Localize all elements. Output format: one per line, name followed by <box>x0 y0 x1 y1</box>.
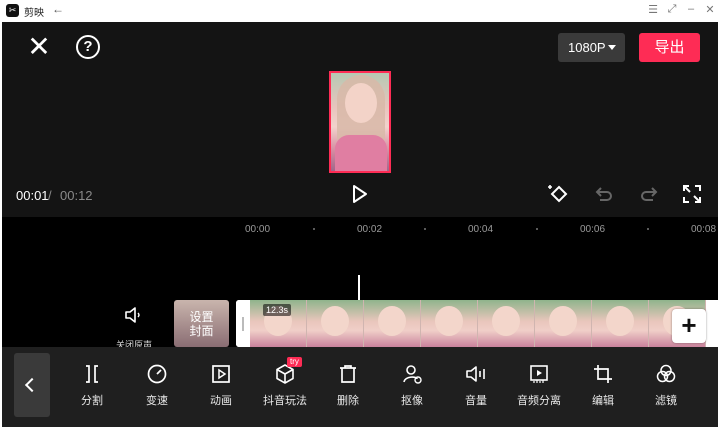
clip-thumbnail <box>592 300 649 347</box>
crop-icon <box>594 365 612 383</box>
timeline[interactable]: 00:00 00:02 00:04 00:06 00:08 关闭原声 设置 封面 <box>2 217 718 350</box>
volume-icon <box>466 366 485 382</box>
close-window-icon[interactable]: ✕ <box>703 3 717 16</box>
clip-thumbnail <box>421 300 478 347</box>
total-time: 00:12 <box>60 188 93 203</box>
title-bar: ✂ 剪映 ← ☰ ⤢ – ✕ <box>0 0 720 22</box>
audio-separate-icon <box>530 365 548 383</box>
clip-thumbnail <box>307 300 364 347</box>
chevron-down-icon <box>608 45 616 50</box>
cover-label-line1: 设置 <box>189 310 214 324</box>
split-label: 分割 <box>81 395 103 407</box>
clip-trim-handle[interactable] <box>236 300 250 347</box>
ruler-label: 00:02 <box>357 224 383 235</box>
split-icon <box>86 365 98 383</box>
delete-button[interactable]: 删除 <box>318 357 378 417</box>
editor: ✕ ? 1080P 导出 00:01 / 00:12 00:00 00:02 0… <box>2 22 718 427</box>
minimize-icon[interactable]: – <box>684 3 698 15</box>
redo-icon[interactable] <box>637 182 661 206</box>
animation-icon <box>212 365 230 383</box>
chevron-left-icon <box>24 377 40 393</box>
ruler-label: 00:08 <box>691 224 717 235</box>
speed-label: 变速 <box>146 395 168 407</box>
ruler-label: 00:00 <box>245 224 271 235</box>
filter-label: 滤镜 <box>655 395 677 407</box>
resolution-dropdown[interactable]: 1080P <box>558 33 625 62</box>
play-button[interactable] <box>346 182 372 206</box>
animation-label: 动画 <box>210 395 232 407</box>
clip-thumbnail <box>478 300 535 347</box>
ruler-label: 00:06 <box>580 224 606 235</box>
help-icon[interactable]: ? <box>76 35 100 59</box>
app-logo-icon: ✂ <box>6 4 19 17</box>
playhead[interactable] <box>358 275 360 301</box>
add-clip-button[interactable]: + <box>672 309 706 343</box>
speed-icon <box>147 364 167 384</box>
audio-separate-label: 音频分离 <box>517 395 561 407</box>
edit-label: 编辑 <box>592 395 614 407</box>
animation-button[interactable]: 动画 <box>191 357 251 417</box>
speed-button[interactable]: 变速 <box>127 357 187 417</box>
set-cover-button[interactable]: 设置 封面 <box>174 300 229 347</box>
fullscreen-preview-icon[interactable] <box>680 182 704 206</box>
filter-icon <box>656 364 676 383</box>
bottom-toolbar: 分割 变速 动画 try 抖音玩法 删除 抠像 音量 音频分离 编辑 滤镜 <box>2 347 718 427</box>
video-clip[interactable]: 12.3s <box>236 300 718 347</box>
speaker-icon[interactable] <box>122 304 144 326</box>
keyframe-icon[interactable] <box>547 182 571 206</box>
delete-label: 删除 <box>337 395 359 407</box>
app-title: 剪映 <box>24 8 44 19</box>
resolution-value: 1080P <box>568 40 606 55</box>
ruler-label: 00:04 <box>468 224 494 235</box>
clip-thumbnail <box>364 300 421 347</box>
delete-icon <box>340 365 356 383</box>
try-badge: try <box>287 357 302 367</box>
toolbar-back-button[interactable] <box>14 353 50 417</box>
play-icon <box>353 185 367 203</box>
cutout-label: 抠像 <box>401 395 423 407</box>
back-arrow-icon[interactable]: ← <box>52 2 64 16</box>
video-preview[interactable] <box>329 71 391 173</box>
close-icon[interactable]: ✕ <box>26 33 52 61</box>
edit-button[interactable]: 编辑 <box>573 357 633 417</box>
menu-icon[interactable]: ☰ <box>646 3 660 16</box>
split-button[interactable]: 分割 <box>62 357 122 417</box>
fullscreen-icon[interactable]: ⤢ <box>665 3 679 16</box>
audio-separate-button[interactable]: 音频分离 <box>509 357 569 417</box>
volume-label: 音量 <box>465 395 487 407</box>
clip-duration-badge: 12.3s <box>263 304 292 316</box>
cutout-icon <box>403 365 422 384</box>
clip-thumbnail <box>535 300 592 347</box>
undo-icon[interactable] <box>592 182 616 206</box>
preview-area: ✕ ? 1080P 导出 00:01 / 00:12 <box>2 22 718 217</box>
time-separator: / <box>48 188 52 203</box>
filter-button[interactable]: 滤镜 <box>636 357 696 417</box>
douyin-effects-label: 抖音玩法 <box>263 395 307 407</box>
cutout-button[interactable]: 抠像 <box>382 357 442 417</box>
volume-button[interactable]: 音量 <box>446 357 506 417</box>
current-time: 00:01 <box>16 188 49 203</box>
export-button[interactable]: 导出 <box>639 33 700 62</box>
douyin-effects-button[interactable]: try 抖音玩法 <box>255 357 315 417</box>
cover-label-line2: 封面 <box>189 324 214 338</box>
